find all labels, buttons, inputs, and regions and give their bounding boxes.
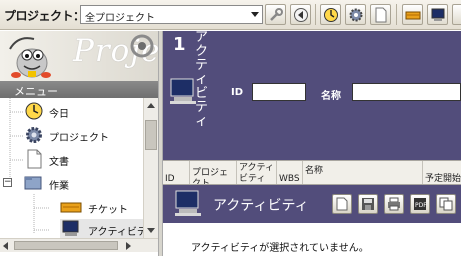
wrench-icon — [270, 8, 283, 21]
column-header-wbs[interactable]: WBS — [277, 161, 303, 184]
menu-item-documents[interactable]: 文書 — [24, 149, 124, 169]
folder-icon — [24, 176, 42, 190]
monitor-icon — [62, 220, 79, 236]
menu-item-today[interactable]: 今日 — [24, 101, 124, 121]
section-number: 1 — [173, 34, 186, 55]
back-icon — [294, 8, 308, 22]
scroll-thumb[interactable] — [14, 241, 118, 250]
chevron-down-icon — [251, 12, 259, 17]
id-field[interactable] — [252, 83, 306, 101]
ticket-button[interactable] — [402, 4, 423, 25]
menu-item-label: アクティビテ — [88, 227, 143, 238]
new-document-icon — [336, 197, 348, 211]
menu-item-label: 今日 — [49, 109, 69, 120]
pdf-button[interactable]: PDF — [410, 194, 430, 214]
document-icon — [27, 149, 42, 169]
document-icon — [375, 7, 387, 23]
column-header-name[interactable]: 名称 — [303, 161, 423, 184]
new-button[interactable] — [332, 194, 352, 214]
copy-button[interactable] — [436, 194, 456, 214]
print-button[interactable] — [384, 194, 404, 214]
wrench-button[interactable] — [265, 4, 286, 25]
top-toolbar: プロジェクト： 全プロジェクト — [0, 0, 461, 30]
menu-horizontal-scrollbar[interactable] — [0, 238, 158, 252]
collapse-toggle[interactable]: − — [3, 178, 12, 187]
scroll-right-icon[interactable] — [126, 242, 131, 250]
svg-text:PDF: PDF — [415, 202, 427, 209]
scroll-thumb[interactable] — [145, 120, 157, 150]
extra-button[interactable] — [452, 4, 461, 25]
today-button[interactable] — [320, 4, 341, 25]
activity-detail-body: アクティビティが選択されていません。 — [163, 223, 461, 256]
scroll-up-icon[interactable] — [147, 103, 155, 108]
menu-item-activities[interactable]: アクティビテ — [60, 219, 143, 238]
project-select[interactable]: 全プロジェクト — [80, 5, 263, 24]
activity-detail-header: アクティビティ PDF — [163, 185, 461, 223]
ticket-icon — [60, 202, 82, 213]
monitor-icon — [175, 190, 201, 216]
clock-icon — [324, 8, 338, 22]
ticket-icon — [405, 11, 421, 20]
column-header-id[interactable]: ID — [163, 161, 190, 184]
detail-title: アクティビティ — [213, 198, 309, 214]
menu-item-label: 文書 — [49, 157, 69, 168]
toolbar-separator — [315, 4, 316, 25]
gear-icon — [26, 127, 42, 143]
project-button[interactable] — [345, 4, 366, 25]
menu-item-work[interactable]: − 作業 — [3, 173, 123, 193]
activity-search-panel: 1 アクティビティ ID 名称 — [163, 31, 461, 160]
name-field[interactable] — [352, 83, 461, 101]
column-header-planned-start[interactable]: 予定開始 — [423, 161, 461, 184]
monitor-icon — [170, 78, 196, 104]
menu-tree: 今日 プロジェクト 文書 − 作業 チケット アクティビテ — [0, 98, 143, 238]
project-select-value: 全プロジェクト — [85, 13, 155, 24]
menu-item-project[interactable]: プロジェクト — [24, 125, 134, 145]
scroll-left-icon[interactable] — [3, 242, 8, 250]
menu-item-label: チケット — [88, 205, 128, 216]
column-header-activity[interactable]: アクティビティ — [237, 161, 277, 184]
empty-selection-message: アクティビティが選択されていません。 — [191, 243, 369, 254]
logo-banner: Proje — [0, 31, 160, 81]
activity-table-header: ID プロジェクト アクティビティ WBS 名称 予定開始 — [163, 160, 461, 185]
menu-item-tickets[interactable]: チケット — [60, 197, 140, 217]
menu-vertical-scrollbar[interactable] — [143, 98, 158, 238]
clock-icon — [25, 102, 43, 120]
swirl-logo-icon — [130, 34, 154, 58]
back-button[interactable] — [290, 4, 311, 25]
gear-icon — [349, 8, 363, 22]
menu-header: メニュー — [0, 81, 160, 98]
copy-icon — [439, 197, 453, 211]
activity-button[interactable] — [427, 4, 448, 25]
id-label: ID — [231, 87, 244, 98]
name-label: 名称 — [321, 91, 341, 102]
pdf-icon: PDF — [414, 198, 427, 210]
scroll-down-icon[interactable] — [147, 228, 155, 233]
menu-item-label: 作業 — [49, 181, 69, 192]
monitor-icon — [431, 8, 445, 21]
toolbar-separator — [396, 4, 397, 25]
mascot-logo-icon — [9, 37, 51, 78]
save-button[interactable] — [358, 194, 378, 214]
menu-item-label: プロジェクト — [49, 133, 109, 144]
save-icon — [362, 198, 374, 210]
print-icon — [388, 197, 400, 211]
document-button[interactable] — [370, 4, 391, 25]
project-label: プロジェクト： — [4, 9, 85, 23]
column-header-project[interactable]: プロジェクト — [190, 161, 237, 184]
